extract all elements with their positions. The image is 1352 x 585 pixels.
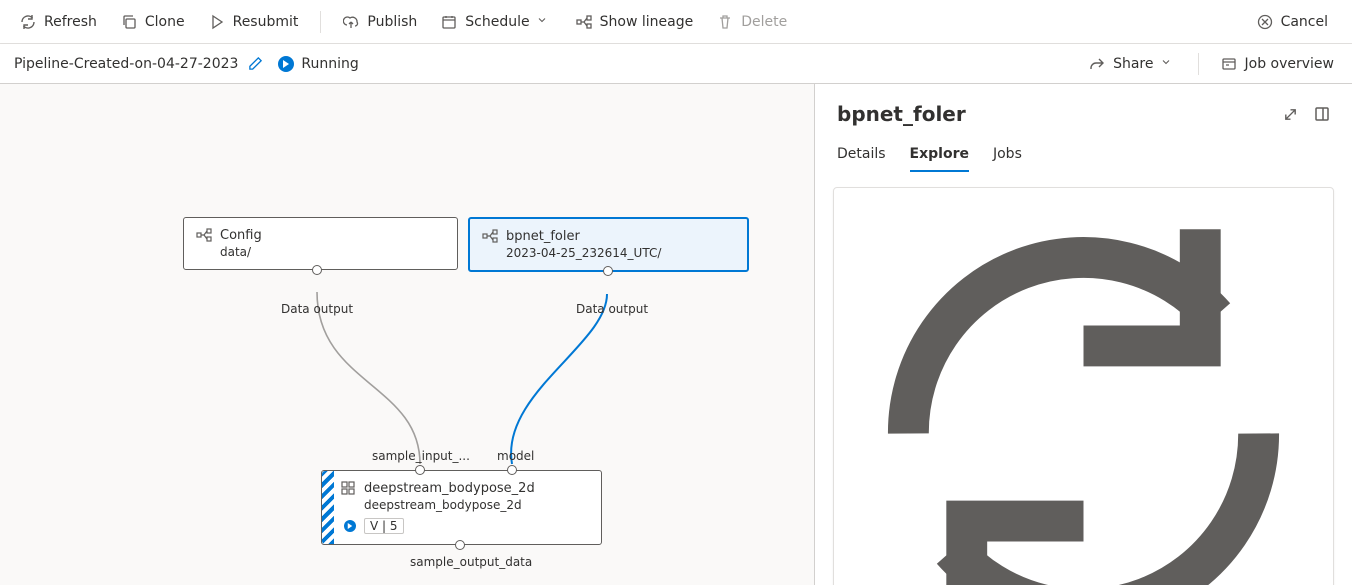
refresh-button[interactable]: Refresh [10,8,107,36]
port-in-right[interactable] [507,465,517,475]
component-icon [340,480,356,496]
popout-icon[interactable] [1314,106,1330,122]
publish-label: Publish [367,14,417,30]
job-overview-button[interactable]: Job overview [1217,50,1339,78]
lineage-icon [576,14,592,30]
port-label: sample_input_... [372,449,470,463]
refresh-icon [850,200,1317,585]
panel-refresh-button[interactable]: Refresh [842,196,1325,585]
port-label: Data output [576,302,648,316]
node-exec-title: deepstream_bodypose_2d [364,481,535,496]
port-label: Data output [281,302,353,316]
node-config[interactable]: Config data/ [183,217,458,270]
share-button[interactable]: Share [1085,50,1179,78]
lineage-label: Show lineage [600,14,694,30]
schedule-button[interactable]: Schedule [431,8,561,36]
edit-icon[interactable] [248,56,264,72]
resubmit-label: Resubmit [233,14,299,30]
separator [1198,53,1199,75]
refresh-label: Refresh [44,14,97,30]
dataset-icon [482,228,498,244]
toolbar: Refresh Clone Resubmit Publish Schedule … [0,0,1352,44]
status-label: Running [301,56,358,72]
running-icon [344,520,356,532]
port-in-left[interactable] [415,465,425,475]
refresh-icon [20,14,36,30]
schedule-icon [441,14,457,30]
publish-button[interactable]: Publish [333,8,427,36]
dataset-icon [196,227,212,243]
clone-icon [121,14,137,30]
cancel-label: Cancel [1281,14,1328,30]
cancel-button[interactable]: Cancel [1247,8,1338,36]
job-overview-icon [1221,56,1237,72]
play-icon [209,14,225,30]
node-exec-subtitle: deepstream_bodypose_2d [340,498,589,512]
delete-button: Delete [707,8,797,36]
running-stripe [322,471,334,544]
pipeline-title: Pipeline-Created-on-04-27-2023 [14,56,238,72]
panel-title: bpnet_foler [837,102,1267,126]
resubmit-button[interactable]: Resubmit [199,8,309,36]
chevron-down-icon [1160,56,1176,72]
clone-label: Clone [145,14,185,30]
node-config-subtitle: data/ [196,245,445,259]
chevron-down-icon [536,14,552,30]
node-config-title: Config [220,228,262,243]
version-chip: V | 5 [364,518,404,534]
node-bpnet-subtitle: 2023-04-25_232614_UTC/ [482,246,735,260]
delete-label: Delete [741,14,787,30]
expand-icon[interactable] [1283,107,1298,122]
tab-details[interactable]: Details [837,138,886,172]
show-lineage-button[interactable]: Show lineage [566,8,704,36]
main: Config data/ Data output bpnet_foler 202… [0,84,1352,585]
node-bpnet[interactable]: bpnet_foler 2023-04-25_232614_UTC/ [468,217,749,272]
publish-icon [343,14,359,30]
port-out[interactable] [455,540,465,550]
node-bpnet-title: bpnet_foler [506,229,580,244]
pipeline-canvas[interactable]: Config data/ Data output bpnet_foler 202… [0,84,814,585]
job-overview-label: Job overview [1245,56,1335,72]
port-out[interactable] [603,266,613,276]
tab-explore[interactable]: Explore [910,138,969,172]
tab-jobs[interactable]: Jobs [993,138,1022,172]
schedule-label: Schedule [465,14,529,30]
side-panel: bpnet_foler Details Explore Jobs Refresh [814,84,1352,585]
share-icon [1089,56,1105,72]
port-label: sample_output_data [410,555,532,569]
status-badge: Running [278,56,358,72]
panel-tabs: Details Explore Jobs [815,130,1352,173]
clone-button[interactable]: Clone [111,8,195,36]
refresh-card: Refresh [833,187,1334,585]
share-label: Share [1113,56,1153,72]
port-out[interactable] [312,265,322,275]
separator [320,11,321,33]
port-label: model [497,449,534,463]
cancel-icon [1257,14,1273,30]
node-exec[interactable]: deepstream_bodypose_2d deepstream_bodypo… [321,470,602,545]
trash-icon [717,14,733,30]
running-icon [278,56,294,72]
titlebar: Pipeline-Created-on-04-27-2023 Running S… [0,44,1352,84]
